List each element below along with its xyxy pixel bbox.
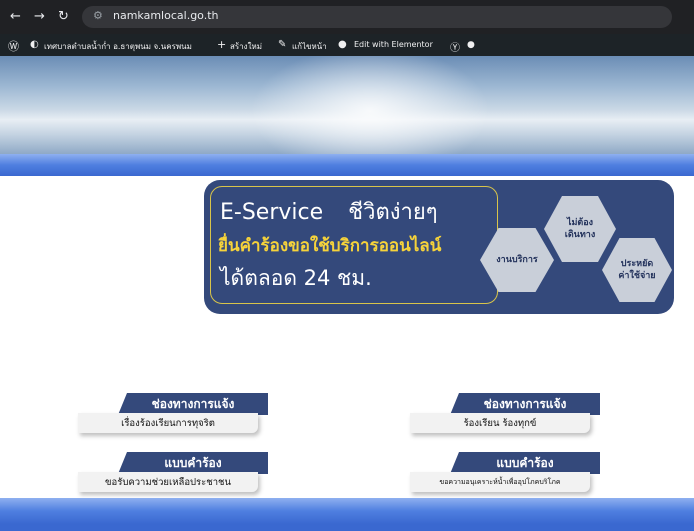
- hero-banner-image: [0, 56, 694, 154]
- back-arrow-icon[interactable]: ←: [10, 9, 21, 25]
- plus-icon[interactable]: +: [217, 38, 226, 51]
- channel-subtitle: ร้องเรียน ร้องทุกข์: [410, 413, 590, 433]
- reload-icon[interactable]: ↻: [58, 9, 69, 25]
- elementor-icon[interactable]: ●: [338, 39, 347, 50]
- hex-save-line2: ค่าใช้จ่าย: [618, 271, 656, 281]
- hex-save-cost: ประหยัดค่าใช้จ่าย: [602, 238, 672, 302]
- form-subtitle: ขอรับความช่วยเหลือประชาชน: [78, 472, 258, 492]
- hex-save-label: ประหยัดค่าใช้จ่าย: [618, 258, 655, 282]
- channel-title: ช่องทางการแจ้ง: [118, 393, 268, 415]
- edit-page-link[interactable]: แก้ไขหน้า: [292, 40, 327, 53]
- dashboard-icon[interactable]: ◐: [30, 39, 39, 50]
- banner-title-eservice: E-Service: [220, 200, 324, 225]
- site-settings-icon[interactable]: ⚙: [93, 9, 103, 22]
- forward-arrow-icon[interactable]: →: [34, 9, 45, 25]
- hex-save-line1: ประหยัด: [620, 259, 654, 269]
- form-title: แบบคำร้อง: [450, 452, 600, 474]
- hex-no-travel-line1: ไม่ต้อง: [566, 218, 594, 228]
- corruption-complaint-channel[interactable]: ช่องทางการแจ้ง เรื่องร้องเรียนการทุจริต: [78, 393, 268, 439]
- url-text[interactable]: namkamlocal.go.th: [113, 9, 219, 22]
- pencil-icon[interactable]: ✎: [278, 39, 286, 50]
- top-blue-bar: [0, 154, 694, 176]
- banner-title: E-Service ชีวิตง่ายๆ: [220, 194, 438, 229]
- form-title: แบบคำร้อง: [118, 452, 268, 474]
- browser-toolbar: ← → ↻ ⚙ namkamlocal.go.th: [0, 0, 694, 34]
- general-complaint-channel[interactable]: ช่องทางการแจ้ง ร้องเรียน ร้องทุกข์: [410, 393, 600, 439]
- form-subtitle: ขอความอนุเคราะห์น้ำเพื่ออุปโภคบริโภค: [410, 472, 590, 492]
- site-name-link[interactable]: เทศบาลตำบลน้ำก่ำ อ.ธาตุพนม จ.นครพนม: [44, 40, 192, 53]
- wordpress-logo-icon[interactable]: Ⓦ: [8, 38, 19, 54]
- water-request-form[interactable]: แบบคำร้อง ขอความอนุเคราะห์น้ำเพื่ออุปโภค…: [410, 452, 600, 498]
- hero-light-glow: [250, 56, 490, 154]
- bottom-blue-bar: [0, 498, 694, 524]
- hex-no-travel-line2: เดินทาง: [564, 230, 596, 240]
- hex-service-label: งานบริการ: [496, 255, 538, 265]
- bottom-edge-bar: [0, 524, 694, 531]
- e-service-banner[interactable]: E-Service ชีวิตง่ายๆ ยื่นคำร้องขอใช้บริก…: [204, 180, 674, 314]
- banner-hours: ได้ตลอด 24 ชม.: [220, 266, 372, 290]
- edit-with-elementor-link[interactable]: Edit with Elementor: [354, 40, 433, 49]
- wordpress-admin-bar: Ⓦ ◐ เทศบาลตำบลน้ำก่ำ อ.ธาตุพนม จ.นครพนม …: [0, 34, 694, 56]
- status-dot-icon: ●: [467, 40, 475, 50]
- hex-no-travel: ไม่ต้องเดินทาง: [544, 196, 616, 262]
- yoast-icon[interactable]: Ⓨ: [450, 39, 460, 54]
- channel-title: ช่องทางการแจ้ง: [450, 393, 600, 415]
- public-assistance-form[interactable]: แบบคำร้อง ขอรับความช่วยเหลือประชาชน: [78, 452, 268, 498]
- hex-no-travel-label: ไม่ต้องเดินทาง: [565, 217, 595, 241]
- banner-subtitle: ยื่นคำร้องขอใช้บริการออนไลน์: [218, 236, 442, 256]
- new-content-link[interactable]: สร้างใหม่: [230, 40, 262, 53]
- channel-subtitle: เรื่องร้องเรียนการทุจริต: [78, 413, 258, 433]
- banner-title-easy-life: ชีวิตง่ายๆ: [348, 200, 438, 225]
